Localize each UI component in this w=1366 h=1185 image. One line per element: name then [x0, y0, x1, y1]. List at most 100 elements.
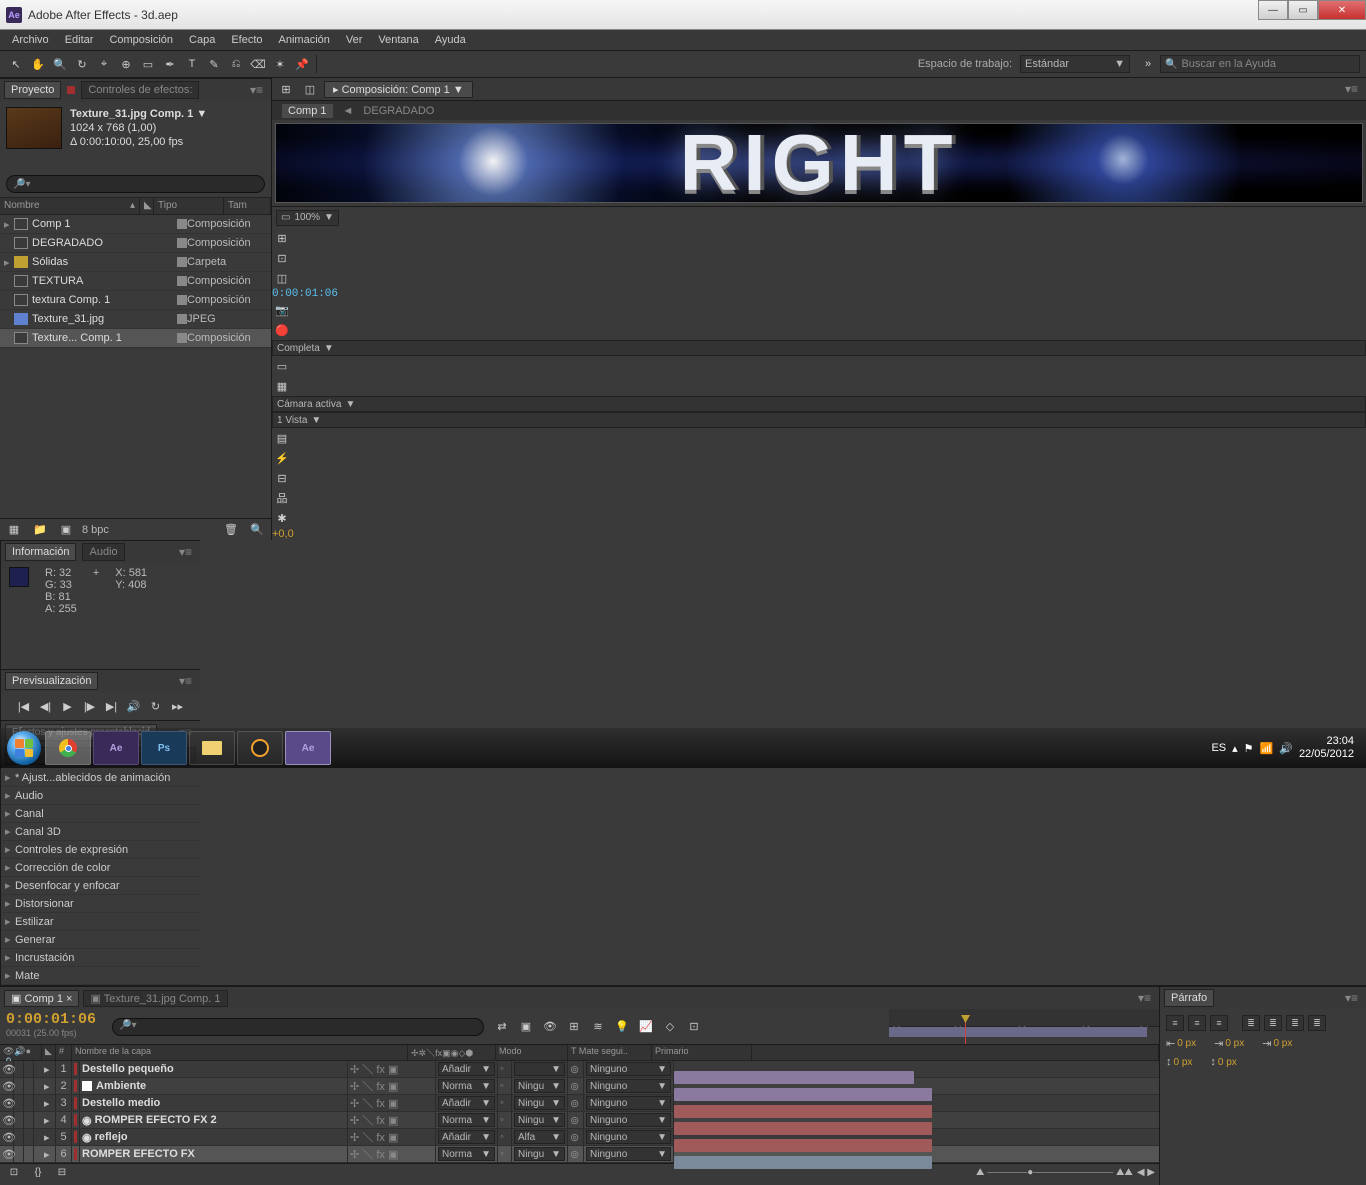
info-tab[interactable]: Información — [5, 543, 76, 561]
toggle-modes-icon[interactable]: {} — [28, 1163, 48, 1183]
maximize-button[interactable]: ▭ — [1288, 0, 1318, 20]
roto-tool-icon[interactable]: ✶ — [270, 54, 290, 74]
effects-category[interactable]: ▸Desenfocar y enfocar — [1, 877, 200, 895]
timeline-icon[interactable]: ⊟ — [272, 468, 292, 488]
taskbar-chrome[interactable] — [45, 731, 91, 765]
menu-ventana[interactable]: Ventana — [370, 32, 426, 48]
timeline-layer[interactable]: 👁 ▸3 Destello medio ✢ ＼ fx ▣ Añadir▼ ◦Ni… — [0, 1095, 1159, 1112]
tray-language[interactable]: ES — [1211, 742, 1226, 754]
prev-frame-icon[interactable]: ◀| — [37, 698, 55, 714]
timeline-search-input[interactable]: 🔎▾ — [112, 1018, 484, 1036]
puppet-tool-icon[interactable]: 📌 — [292, 54, 312, 74]
taskbar-after-effects[interactable]: Ae — [93, 731, 139, 765]
space-before-value[interactable]: 0 px — [1174, 1057, 1193, 1068]
grid-icon[interactable]: ⊞ — [272, 228, 292, 248]
panel-menu-icon[interactable]: ▾≡ — [175, 674, 196, 688]
timeline-layer[interactable]: 👁 ▸2 Ambiente ✢ ＼ fx ▣ Norma▼ ◦Ningu▼ ⊚N… — [0, 1078, 1159, 1095]
taskbar-photoshop[interactable]: Ps — [141, 731, 187, 765]
project-item[interactable]: textura Comp. 1Composición — [0, 291, 271, 310]
project-item[interactable]: Texture_31.jpgJPEG — [0, 310, 271, 329]
zoom-dropdown[interactable]: ▭100%▼ — [276, 210, 339, 226]
search-dropdown-icon[interactable]: » — [1138, 54, 1158, 74]
close-button[interactable]: ✕ — [1318, 0, 1366, 20]
comp-nav-icon[interactable]: ◫ — [300, 79, 320, 99]
effects-category[interactable]: ▸Generar — [1, 931, 200, 949]
timeline-layer[interactable]: 👁 ▸6 ROMPER EFECTO FX ✢ ＼ fx ▣ Norma▼ ◦N… — [0, 1146, 1159, 1163]
comp-mini-flowchart-icon[interactable]: ⇄ — [492, 1017, 512, 1037]
tray-network-icon[interactable]: 📶 — [1260, 742, 1274, 755]
frame-blend-icon[interactable]: ⊞ — [564, 1017, 584, 1037]
taskbar-after-effects-active[interactable]: Ae — [285, 731, 331, 765]
zoom-tool-icon[interactable]: 🔍 — [50, 54, 70, 74]
start-button[interactable] — [4, 728, 44, 768]
exposure-reset-icon[interactable]: ✱ — [272, 508, 292, 528]
justify-left-icon[interactable]: ≣ — [1242, 1015, 1260, 1031]
timeline-ruler[interactable]: :00s 01s 02s 03s 04s — [889, 1009, 1159, 1044]
clone-tool-icon[interactable]: ⎌ — [226, 54, 246, 74]
project-item[interactable]: ▸SólidasCarpeta — [0, 253, 271, 272]
align-right-icon[interactable]: ≡ — [1210, 1015, 1228, 1031]
indent-left-value[interactable]: 0 px — [1177, 1038, 1196, 1049]
zoom-slider[interactable]: ⛰ ━━━━●━━━━━━━━ ⛰⛰ — [976, 1167, 1133, 1178]
timeline-tab-comp1[interactable]: ▣ Comp 1 × — [4, 990, 79, 1007]
help-search-input[interactable]: 🔍 Buscar en la Ayuda — [1160, 55, 1360, 73]
effects-category[interactable]: ▸* Ajust...ablecidos de animación — [1, 769, 200, 787]
panel-menu-icon[interactable]: ▾≡ — [1341, 991, 1362, 1005]
preview-tab[interactable]: Previsualización — [5, 672, 98, 690]
justify-center-icon[interactable]: ≣ — [1264, 1015, 1282, 1031]
space-after-value[interactable]: 0 px — [1218, 1057, 1237, 1068]
view-dropdown[interactable]: Cámara activa▼ — [272, 396, 1366, 412]
audio-icon[interactable]: 🔊 — [125, 698, 143, 714]
menu-editar[interactable]: Editar — [57, 32, 102, 48]
tray-clock[interactable]: 23:04 22/05/2012 — [1299, 735, 1354, 761]
toggle-switches-icon[interactable]: ⊡ — [4, 1163, 24, 1183]
panel-menu-icon[interactable]: ▾≡ — [175, 545, 196, 559]
text-tool-icon[interactable]: T — [182, 54, 202, 74]
indent-right-value[interactable]: 0 px — [1273, 1038, 1292, 1049]
tray-volume-icon[interactable]: 🔊 — [1279, 742, 1293, 755]
menu-ayuda[interactable]: Ayuda — [427, 32, 474, 48]
menu-archivo[interactable]: Archivo — [4, 32, 57, 48]
timeline-layer[interactable]: 👁 ▸1 Destello pequeño ✢ ＼ fx ▣ Añadir▼ ◦… — [0, 1061, 1159, 1078]
views-count-dropdown[interactable]: 1 Vista▼ — [272, 412, 1366, 428]
project-item[interactable]: DEGRADADOComposición — [0, 234, 271, 253]
mask-icon[interactable]: ◫ — [272, 268, 292, 288]
auto-keyframe-icon[interactable]: ◇ — [660, 1017, 680, 1037]
workspace-dropdown[interactable]: Estándar▼ — [1020, 55, 1130, 73]
selection-tool-icon[interactable]: ↖ — [6, 54, 26, 74]
menu-capa[interactable]: Capa — [181, 32, 223, 48]
menu-animacion[interactable]: Animación — [271, 32, 338, 48]
toggle-switches-icon[interactable]: ⊡ — [684, 1017, 704, 1037]
channel-icon[interactable]: 🔴 — [272, 320, 292, 340]
current-time-indicator[interactable] — [965, 1021, 966, 1044]
timeline-layer[interactable]: 👁 ▸4 ◉ROMPER EFECTO FX 2 ✢ ＼ fx ▣ Norma▼… — [0, 1112, 1159, 1129]
project-search-input[interactable]: 🔎▾ — [6, 175, 265, 193]
timeline-layer[interactable]: 👁 ▸5 ◉reflejo ✢ ＼ fx ▣ Añadir▼ ◦Alfa▼ ⊚N… — [0, 1129, 1159, 1146]
effects-category[interactable]: ▸Canal 3D — [1, 823, 200, 841]
effects-category[interactable]: ▸Mate — [1, 967, 200, 985]
first-frame-icon[interactable]: |◀ — [15, 698, 33, 714]
play-icon[interactable]: ▶ — [59, 698, 77, 714]
toggle-in-out-icon[interactable]: ⊟ — [52, 1163, 72, 1183]
tray-flag-icon[interactable]: ⚑ — [1244, 742, 1254, 755]
timeline-timecode[interactable]: 0:00:01:06 — [6, 1011, 102, 1028]
work-area-bar[interactable] — [889, 1027, 1147, 1037]
effects-category[interactable]: ▸Distorsionar — [1, 895, 200, 913]
project-search-icon[interactable]: 🔍 — [247, 520, 267, 540]
next-frame-icon[interactable]: |▶ — [81, 698, 99, 714]
roi-icon[interactable]: ▭ — [272, 356, 292, 376]
effects-category[interactable]: ▸Corrección de color — [1, 859, 200, 877]
audio-tab[interactable]: Audio — [82, 543, 124, 561]
loop-icon[interactable]: ↻ — [147, 698, 165, 714]
brush-tool-icon[interactable]: ✎ — [204, 54, 224, 74]
last-frame-icon[interactable]: ▶| — [103, 698, 121, 714]
timeline-tab-texture[interactable]: ▣ Texture_31.jpg Comp. 1 — [83, 990, 227, 1007]
project-column-headers[interactable]: Nombre▴ ◣ Tipo Tam — [0, 197, 271, 215]
pixel-aspect-icon[interactable]: ▤ — [272, 428, 292, 448]
snapshot-icon[interactable]: 📷 — [272, 300, 292, 320]
project-item[interactable]: TEXTURAComposición — [0, 272, 271, 291]
motion-blur-icon[interactable]: ≋ — [588, 1017, 608, 1037]
composition-viewer[interactable]: RIGHT — [276, 124, 1362, 202]
taskbar-explorer[interactable] — [189, 731, 235, 765]
panel-menu-icon[interactable]: ▾≡ — [1341, 82, 1362, 96]
